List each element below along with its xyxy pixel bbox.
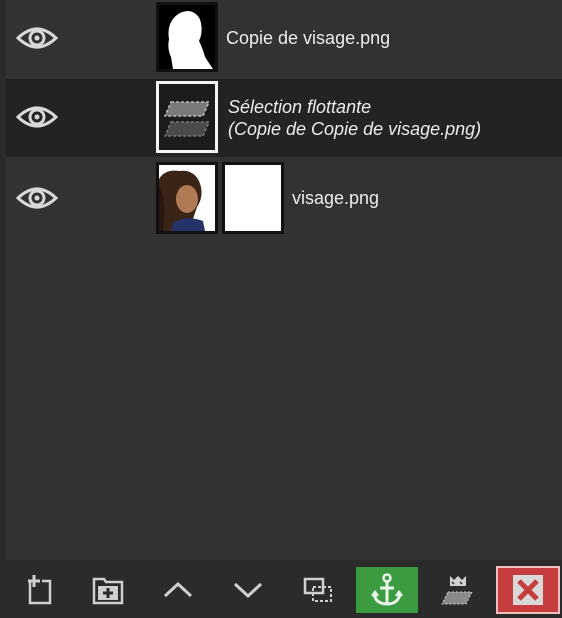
- merge-down-button[interactable]: [427, 567, 489, 613]
- silhouette-mask-thumbnail: [159, 5, 215, 69]
- layer-row-visage[interactable]: visage.png: [6, 158, 562, 236]
- duplicate-layer-button[interactable]: [287, 567, 349, 613]
- new-layer-button[interactable]: [6, 567, 68, 613]
- layer-row-floating-selection[interactable]: Sélection flottante (Copie de Copie de v…: [6, 79, 562, 157]
- delete-layer-button[interactable]: [496, 566, 560, 614]
- chevron-up-icon: [163, 581, 193, 598]
- delete-icon: [513, 575, 543, 605]
- anchor-layer-button[interactable]: [356, 567, 418, 613]
- portrait-thumbnail: [159, 165, 215, 231]
- layer-row-copie-de-visage[interactable]: Copie de visage.png: [6, 0, 562, 78]
- layers-panel: Copie de visage.png Sélection flottante …: [0, 0, 562, 618]
- new-layer-group-icon: [92, 577, 124, 605]
- chevron-down-icon: [233, 582, 263, 599]
- layer-thumbnail[interactable]: [156, 81, 218, 153]
- anchor-icon: [371, 573, 403, 606]
- layer-thumbnail[interactable]: [156, 2, 218, 72]
- lower-layer-button[interactable]: [217, 567, 279, 613]
- eye-icon[interactable]: [16, 22, 58, 54]
- layer-name-line2[interactable]: (Copie de Copie de visage.png): [228, 119, 481, 140]
- eye-icon[interactable]: [16, 182, 58, 214]
- duplicate-layer-icon: [303, 577, 332, 602]
- floating-selection-icon: [159, 84, 215, 150]
- new-layer-icon: [28, 575, 52, 605]
- raise-layer-button[interactable]: [147, 567, 209, 613]
- new-layer-group-button[interactable]: [77, 567, 139, 613]
- eye-icon[interactable]: [16, 101, 58, 133]
- layer-name-line1[interactable]: Sélection flottante: [228, 97, 371, 118]
- layer-list: Copie de visage.png Sélection flottante …: [6, 0, 562, 560]
- layer-name[interactable]: visage.png: [292, 188, 379, 209]
- layers-toolbar: [0, 560, 562, 618]
- layer-name[interactable]: Copie de visage.png: [226, 28, 390, 49]
- merge-down-icon: [441, 576, 473, 605]
- layer-thumbnail[interactable]: [156, 162, 218, 234]
- layer-mask-thumbnail[interactable]: [222, 162, 284, 234]
